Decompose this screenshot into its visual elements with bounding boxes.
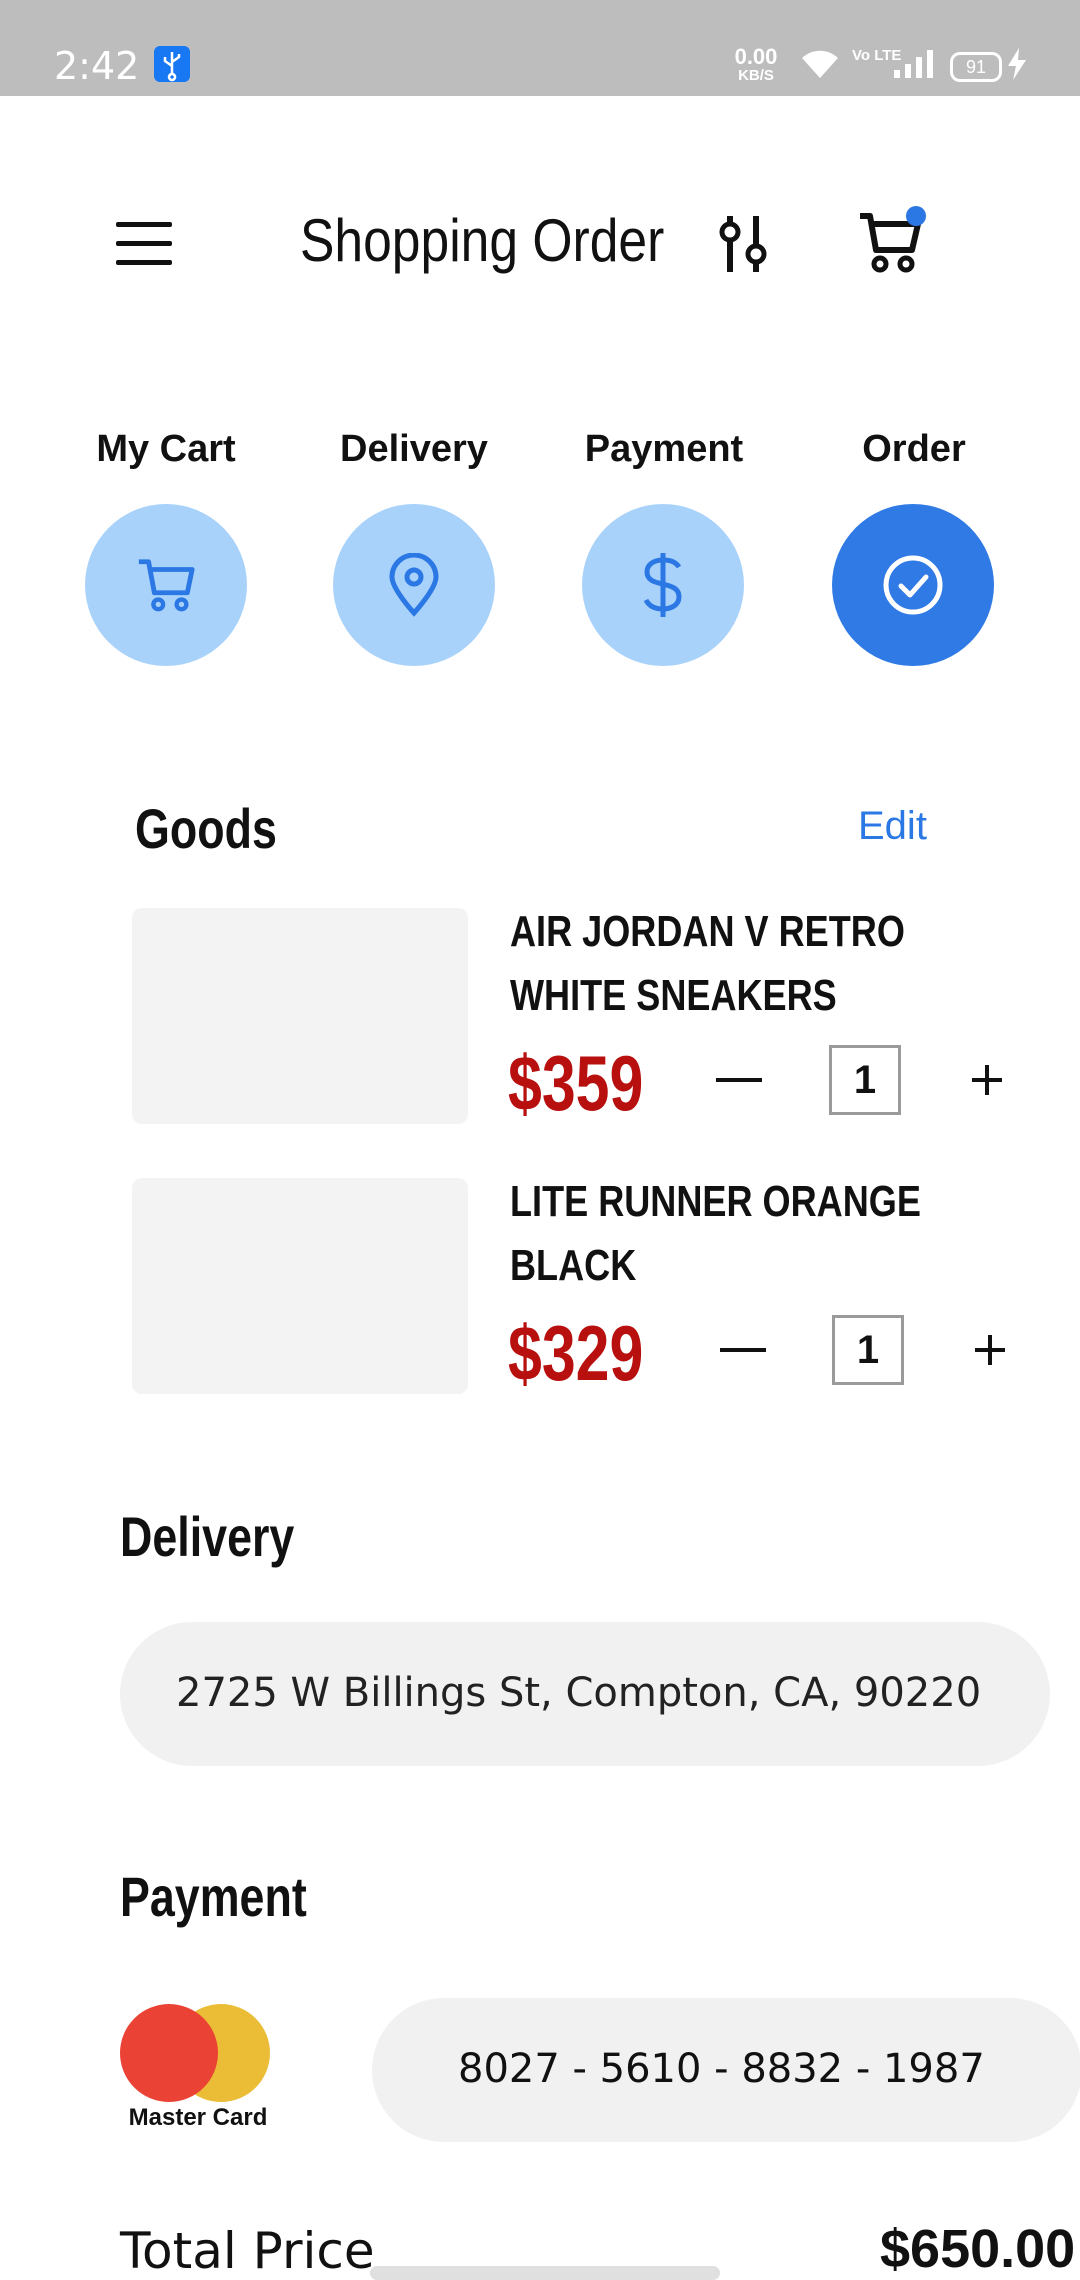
battery-icon: 91 [950, 52, 1002, 82]
product-name: LITE RUNNER ORANGE BLACK [510, 1177, 921, 1290]
step-label-delivery: Delivery [340, 428, 488, 470]
address-field[interactable]: 2725 W Billings St, Compton, CA, 90220 [120, 1622, 1050, 1766]
total-price-label: Total Price [120, 2222, 375, 2280]
step-delivery[interactable] [333, 504, 495, 666]
step-payment[interactable] [582, 504, 744, 666]
increase-quantity-button[interactable] [972, 1065, 1002, 1095]
card-number-field[interactable]: 8027 - 5610 - 8832 - 1987 [372, 1998, 1080, 2142]
quantity-field[interactable]: 1 [832, 1315, 904, 1385]
signal-icon [892, 48, 936, 85]
address-text: 2725 W Billings St, Compton, CA, 90220 [176, 1670, 982, 1716]
decrease-quantity-button[interactable] [716, 1078, 762, 1082]
wifi-icon [800, 50, 840, 85]
cart-icon [138, 559, 195, 612]
product-name: AIR JORDAN V RETRO WHITE SNEAKERS [510, 907, 905, 1020]
location-pin-icon [389, 553, 439, 617]
status-time: 2:42 [54, 44, 140, 88]
step-order[interactable] [832, 504, 994, 666]
home-indicator[interactable] [370, 2266, 720, 2280]
card-number-text: 8027 - 5610 - 8832 - 1987 [458, 2046, 985, 2092]
product-price: $359 [508, 1039, 644, 1127]
check-circle-icon [883, 555, 943, 615]
product-image [132, 908, 468, 1124]
step-my-cart[interactable] [85, 504, 247, 666]
dollar-icon [643, 553, 682, 617]
goods-title: Goods [135, 797, 277, 860]
increase-quantity-button[interactable] [975, 1335, 1005, 1365]
mastercard-logo-icon[interactable] [120, 2004, 270, 2104]
edit-link[interactable]: Edit [858, 804, 927, 849]
step-label-order: Order [862, 428, 966, 470]
card-brand-label: Master Card [128, 2104, 268, 2131]
page-title: Shopping Order [300, 207, 665, 274]
filter-icon[interactable] [716, 212, 770, 281]
step-label-my-cart: My Cart [96, 428, 236, 470]
product-image [132, 1178, 468, 1394]
decrease-quantity-button[interactable] [720, 1348, 766, 1352]
cart-badge [906, 206, 926, 226]
network-speed: 0.00 KB/S [734, 44, 778, 84]
step-label-payment: Payment [584, 428, 744, 470]
payment-title: Payment [120, 1865, 307, 1928]
quantity-field[interactable]: 1 [829, 1045, 901, 1115]
usb-icon [154, 46, 190, 82]
product-price: $329 [508, 1309, 644, 1397]
total-price-value: $650.00 [880, 2219, 1076, 2279]
charging-icon [1006, 48, 1028, 85]
menu-icon[interactable] [116, 222, 172, 266]
delivery-title: Delivery [120, 1505, 295, 1568]
